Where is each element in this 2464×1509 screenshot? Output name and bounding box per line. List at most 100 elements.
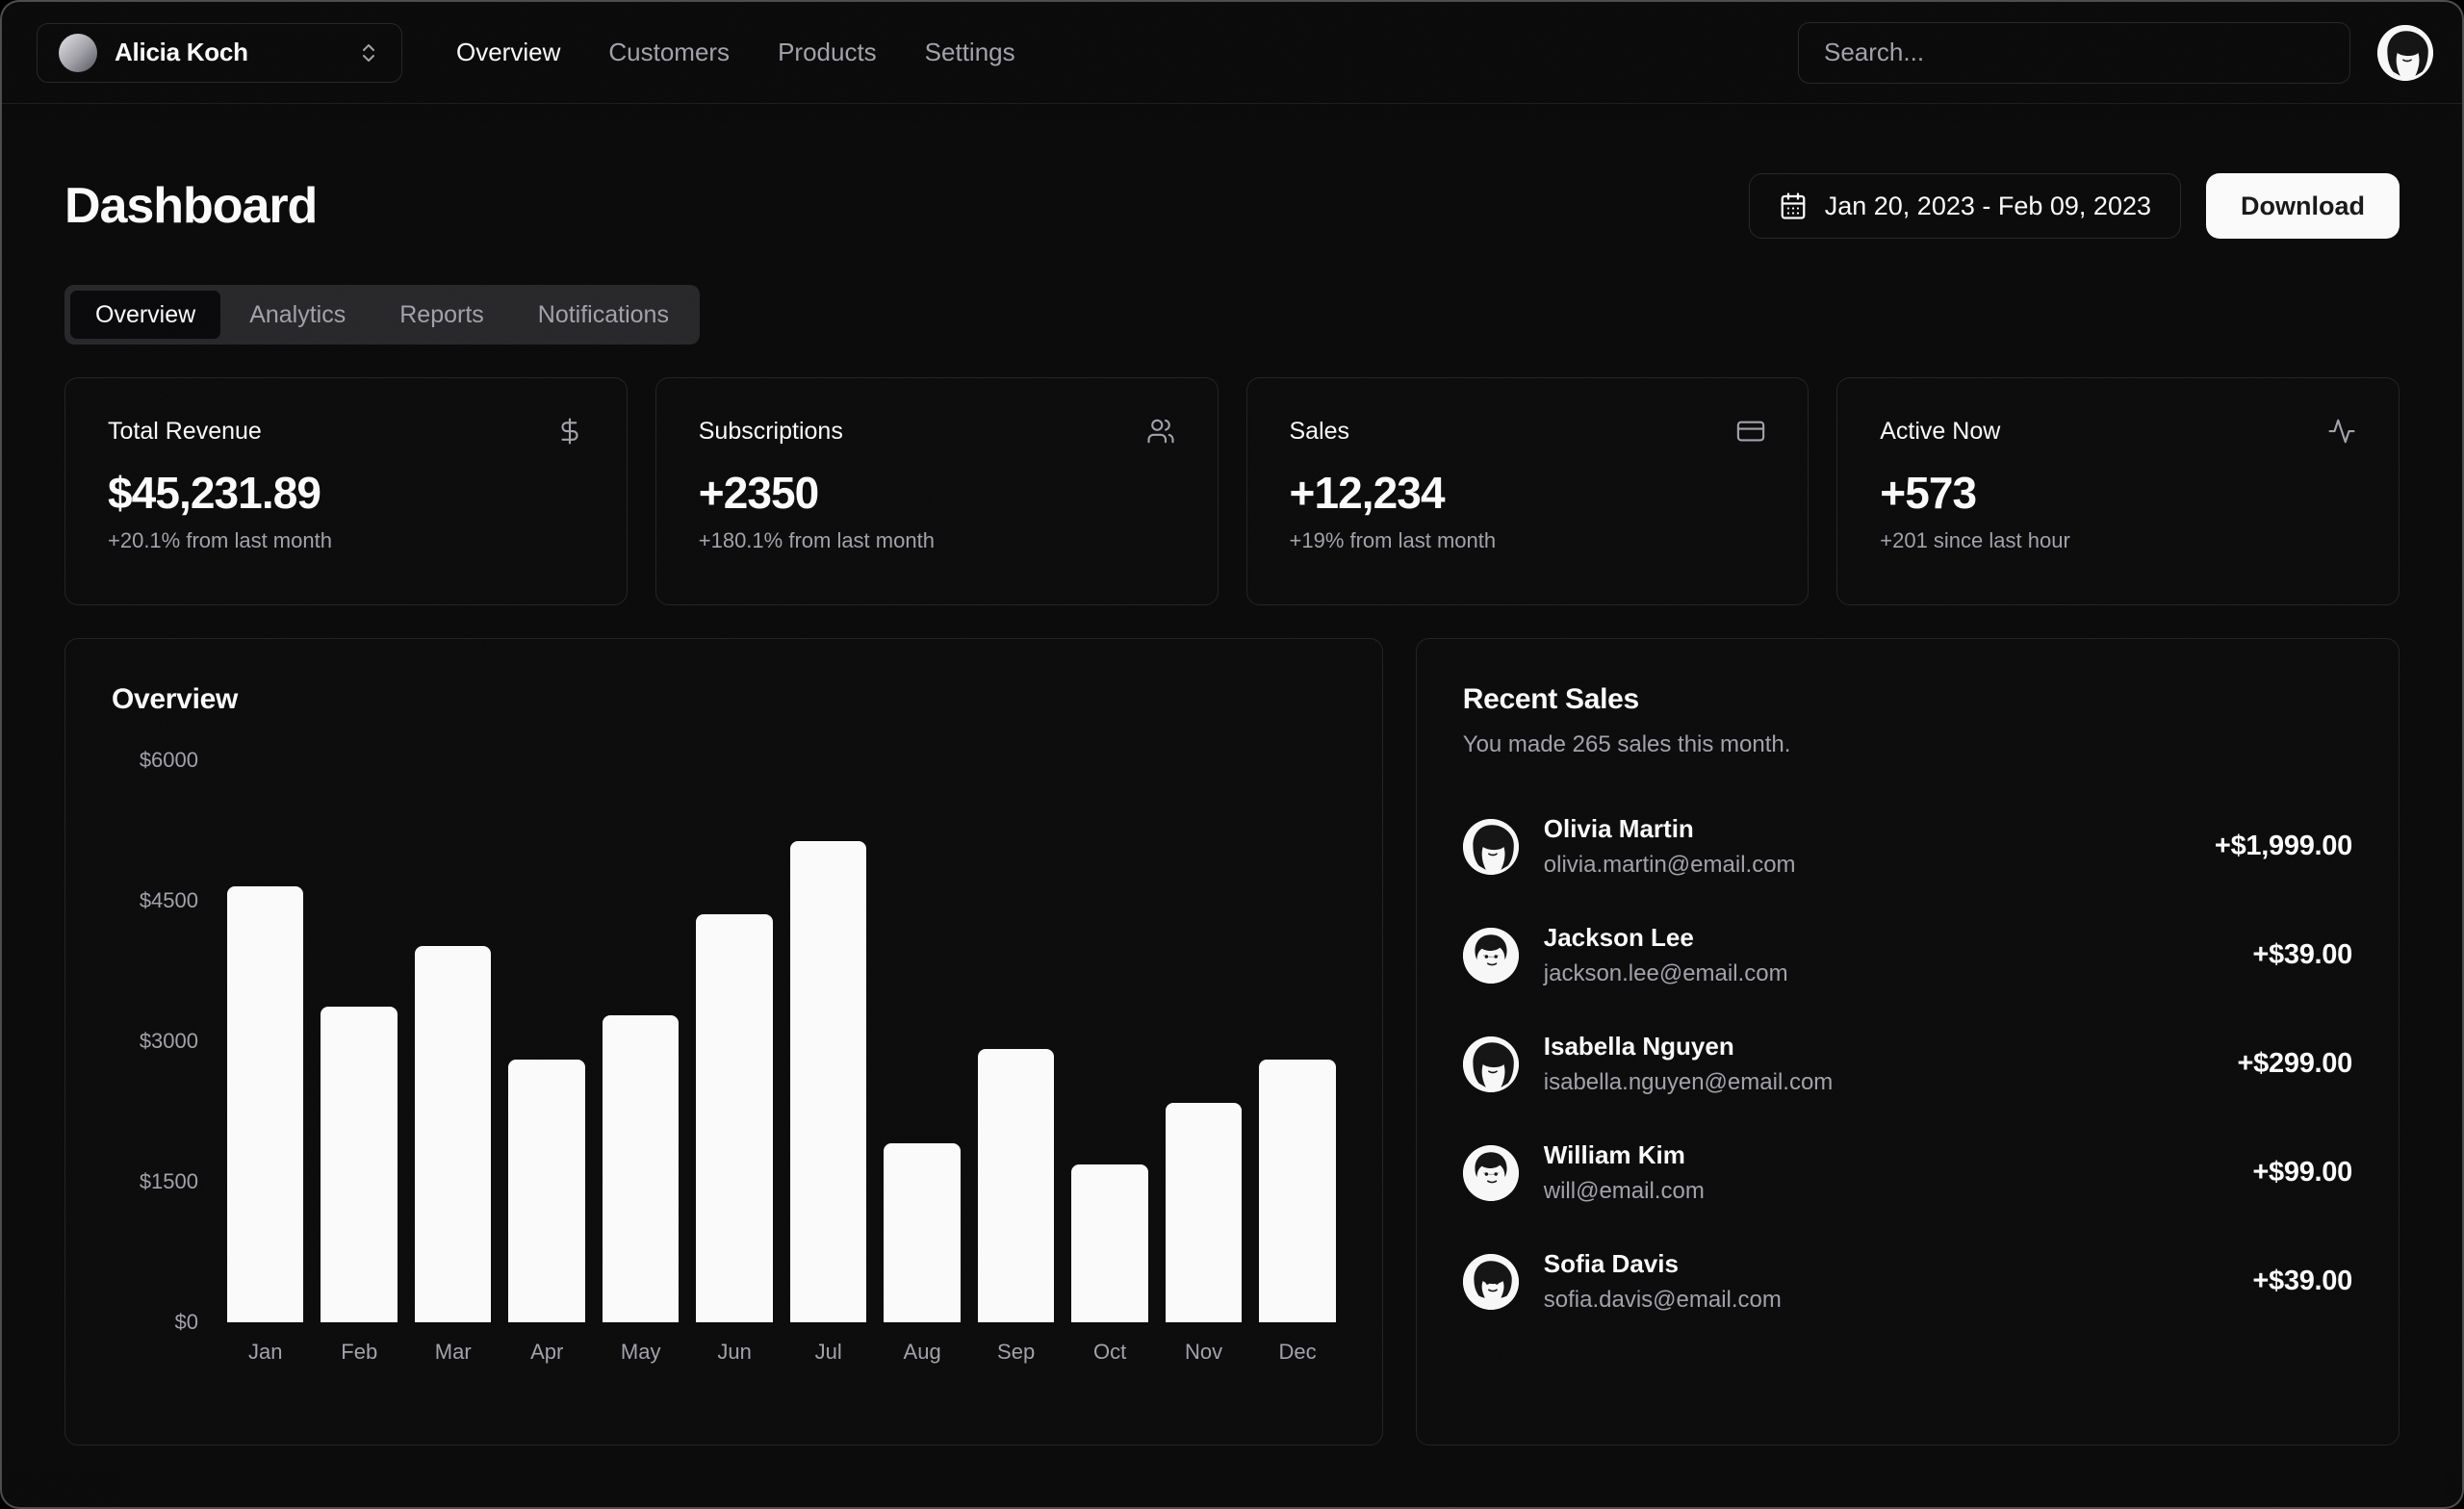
x-axis-tick-label: Aug [884, 1340, 960, 1365]
bar-column-apr [508, 760, 584, 1322]
nav-item-products[interactable]: Products [778, 38, 877, 67]
customer-avatar [1463, 1036, 1519, 1092]
recent-sales-list: Olivia Martinolivia.martin@email.com+$1,… [1463, 814, 2352, 1314]
main-nav: Overview Customers Products Settings [456, 38, 1015, 67]
bar-column-mar [415, 760, 491, 1322]
y-axis-tick-label: $1500 [140, 1169, 198, 1194]
recent-sale-row-isabella-nguyen: Isabella Nguyen isabella.nguyen@email.com… [1463, 1032, 2352, 1096]
bar-may [603, 1015, 679, 1322]
sale-amount: +$99.00 [2252, 1157, 2352, 1189]
x-axis-tick-label: Nov [1166, 1340, 1242, 1365]
stat-title: Sales [1290, 418, 1350, 446]
chart-panel-title: Overview [112, 683, 1336, 716]
stat-card-total-revenue: Total Revenue$45,231.89+20.1% from last … [64, 377, 628, 605]
customer-avatar [1463, 1145, 1519, 1201]
top-navigation-bar: Alicia Koch Overview Customers Products Set… [2, 2, 2462, 104]
bar-column-feb [321, 760, 397, 1322]
stat-card-header: Total Revenue [108, 417, 584, 446]
chart-y-axis: $6000$4500$3000$1500$0 [112, 760, 227, 1322]
stat-change: +201 since last hour [1880, 528, 2356, 553]
stat-card-active-now: Active Now +573 +201 since last hour [1836, 377, 2400, 605]
credit-card-icon [1736, 417, 1765, 446]
x-axis-tick-label: Oct [1071, 1340, 1147, 1365]
bar-column-sep [978, 760, 1054, 1322]
customer-email: sofia.davis@email.com [1544, 1287, 1782, 1314]
customer-avatar [1463, 819, 1519, 875]
tab-analytics[interactable]: Analytics [224, 291, 371, 339]
bar-column-jun [696, 760, 772, 1322]
stat-card-sales: Sales +12,234 +19% from last month [1246, 377, 1810, 605]
y-axis-tick-label: $3000 [140, 1029, 198, 1054]
customer-email: isabella.nguyen@email.com [1544, 1069, 1834, 1096]
bar-dec [1259, 1060, 1335, 1323]
x-axis-tick-label: Dec [1259, 1340, 1335, 1365]
recent-sale-row-olivia-martin: Olivia Martinolivia.martin@email.com+$1,… [1463, 814, 2352, 879]
nav-item-overview[interactable]: Overview [456, 38, 560, 67]
customer-info: Jackson Leejackson.lee@email.com [1544, 923, 1788, 987]
chart-x-axis: JanFebMarAprMayJunJulAugSepOctNovDec [227, 1340, 1336, 1365]
stat-change: +20.1% from last month [108, 528, 584, 553]
nav-item-customers[interactable]: Customers [608, 38, 730, 67]
bar-oct [1071, 1164, 1147, 1322]
nav-item-settings[interactable]: Settings [925, 38, 1015, 67]
customer-avatar [1463, 1254, 1519, 1310]
recent-sale-row-jackson-lee: Jackson Leejackson.lee@email.com+$39.00 [1463, 923, 2352, 987]
sale-amount: +$299.00 [2238, 1048, 2352, 1080]
x-axis-tick-label: Sep [978, 1340, 1054, 1365]
customer-info: Sofia Davis sofia.davis@email.com [1544, 1249, 1782, 1314]
customer-name: Jackson Lee [1544, 923, 1788, 953]
bar-sep [978, 1049, 1054, 1322]
header-right-group [1798, 22, 2433, 84]
stat-value: +573 [1880, 467, 2356, 519]
bar-jan [227, 886, 303, 1322]
y-axis-tick-label: $6000 [140, 748, 198, 773]
stat-title: Active Now [1880, 418, 2000, 446]
bar-nov [1166, 1103, 1242, 1322]
y-axis-tick-label: $0 [175, 1310, 198, 1335]
chart-bars [227, 760, 1336, 1322]
customer-name: Isabella Nguyen [1544, 1032, 1834, 1061]
page-title-row: Dashboard Jan 20, 2023 - Feb 09, 2023 Do… [64, 173, 2400, 239]
bar-column-dec [1259, 760, 1335, 1322]
bar-column-jan [227, 760, 303, 1322]
user-menu-avatar[interactable] [2377, 25, 2433, 81]
bar-column-jul [790, 760, 866, 1322]
bar-jun [696, 914, 772, 1322]
stat-value: +12,234 [1290, 467, 1766, 519]
search-input[interactable] [1798, 22, 2350, 84]
bar-column-nov [1166, 760, 1242, 1322]
date-range-label: Jan 20, 2023 - Feb 09, 2023 [1825, 192, 2151, 221]
bar-aug [884, 1143, 960, 1322]
customer-name: Sofia Davis [1544, 1249, 1782, 1279]
stat-change: +19% from last month [1290, 528, 1766, 553]
recent-sales-subtitle: You made 265 sales this month. [1463, 731, 2352, 758]
stat-card-subscriptions: Subscriptions +2350 +180.1% from last mont… [655, 377, 1219, 605]
stat-value: +2350 [699, 467, 1175, 519]
activity-icon [2327, 417, 2356, 446]
bottom-panels-row: Overview $6000$4500$3000$1500$0 JanFebMa… [64, 638, 2400, 1445]
tab-notifications[interactable]: Notifications [513, 291, 694, 339]
x-axis-tick-label: Jun [696, 1340, 772, 1365]
title-actions: Jan 20, 2023 - Feb 09, 2023 Download [1749, 173, 2400, 239]
stat-change: +180.1% from last month [699, 528, 1175, 553]
download-button[interactable]: Download [2206, 173, 2400, 239]
date-range-picker-button[interactable]: Jan 20, 2023 - Feb 09, 2023 [1749, 173, 2181, 239]
recent-sales-title: Recent Sales [1463, 683, 2352, 716]
bar-column-oct [1071, 760, 1147, 1322]
recent-sales-panel: Recent Sales You made 265 sales this mon… [1416, 638, 2400, 1445]
team-avatar [59, 34, 97, 72]
bar-apr [508, 1060, 584, 1323]
chevrons-up-down-icon [357, 41, 380, 64]
tab-reports[interactable]: Reports [374, 291, 509, 339]
calendar-icon [1779, 192, 1808, 220]
sale-amount: +$1,999.00 [2215, 831, 2352, 862]
stat-title: Subscriptions [699, 418, 843, 446]
tab-overview[interactable]: Overview [70, 291, 220, 339]
customer-email: will@email.com [1544, 1178, 1705, 1205]
team-switcher-button[interactable]: Alicia Koch [37, 23, 402, 83]
dashboard-window: Alicia Koch Overview Customers Products Set… [0, 0, 2464, 1509]
bar-column-may [603, 760, 679, 1322]
x-axis-tick-label: Feb [321, 1340, 397, 1365]
customer-email: olivia.martin@email.com [1544, 852, 1796, 879]
customer-info: Isabella Nguyen isabella.nguyen@email.com [1544, 1032, 1834, 1096]
